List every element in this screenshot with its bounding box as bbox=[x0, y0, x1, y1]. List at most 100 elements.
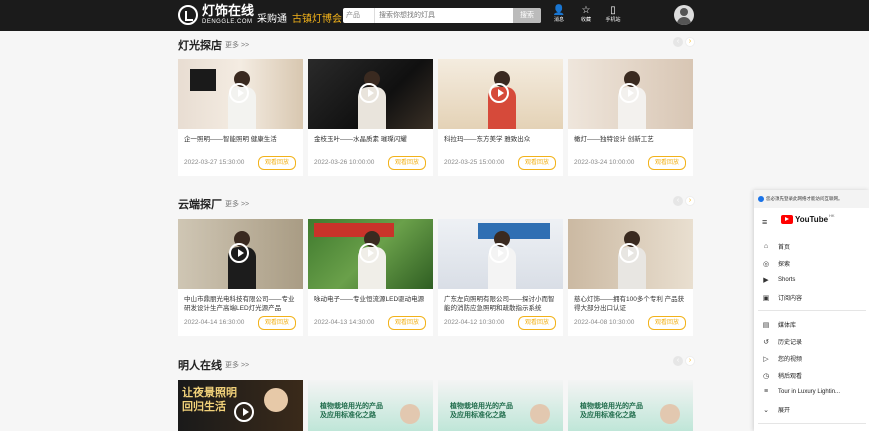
video-card[interactable]: 广东左向照明有限公司——探讨小而智能的消防应急照明和疏散指示系统 2022-04… bbox=[438, 219, 563, 336]
carousel-prev-button[interactable]: ‹ bbox=[673, 37, 683, 47]
play-icon bbox=[229, 83, 249, 103]
yt-shorts[interactable]: ▶ Shorts bbox=[762, 276, 795, 284]
video-title: 咏动电子——专业恒流源LED驱动电源 bbox=[314, 296, 425, 303]
nav-procurement[interactable]: 采购通 bbox=[257, 10, 287, 25]
video-card[interactable]: 中山市鼎丽光电科技有限公司——专业研发设计生产高端LED灯光源产品 2022-0… bbox=[178, 219, 303, 336]
search-button[interactable]: 搜索 bbox=[513, 8, 541, 23]
chevron-down-icon: ⌄ bbox=[763, 406, 769, 414]
play-icon bbox=[489, 243, 509, 263]
library-icon: ▤ bbox=[762, 321, 770, 329]
section-title-cloud-factory: 云端探厂 bbox=[178, 199, 222, 211]
yt-subscriptions[interactable]: ▣ 订阅内容 bbox=[762, 293, 802, 303]
watch-replay-button[interactable]: 观看回放 bbox=[258, 316, 296, 330]
carousel-next-button[interactable]: › bbox=[685, 37, 695, 47]
section-more-link[interactable]: 更多 >> bbox=[225, 360, 249, 370]
video-card[interactable]: 慈心灯饰——拥有100多个专利 产品获得大部分出口认证 2022-04-08 1… bbox=[568, 219, 693, 336]
yt-history[interactable]: ↺ 历史记录 bbox=[762, 337, 802, 347]
yt-playlist[interactable]: ≡ Tour in Luxury Lightin... bbox=[762, 388, 840, 395]
watch-replay-button[interactable]: 观看回放 bbox=[388, 316, 426, 330]
shorts-icon: ▶ bbox=[763, 277, 769, 284]
watch-replay-button[interactable]: 观看回放 bbox=[518, 316, 556, 330]
youtube-sidebar: 您必须先登录此网络才能访问互联网。 ≡ YouTube HK ⌂ 首页 ◎ 探索 ▶… bbox=[754, 190, 869, 431]
favorites-button[interactable]: ☆ 收藏 bbox=[574, 5, 598, 24]
youtube-logo[interactable]: YouTube HK bbox=[781, 213, 835, 224]
video-thumbnail[interactable]: 植物栽培用光的产品 及应用标准化之路 bbox=[568, 380, 693, 431]
avatar[interactable] bbox=[674, 5, 694, 25]
carousel-prev-button[interactable]: ‹ bbox=[673, 356, 683, 366]
video-thumbnail bbox=[568, 219, 693, 289]
video-card[interactable]: 橄灯——独特设计 创新工艺 2022-03-24 10:00:00 观看回放 bbox=[568, 59, 693, 176]
yt-library[interactable]: ▤ 媒体库 bbox=[762, 320, 796, 330]
play-icon bbox=[359, 243, 379, 263]
yt-expand[interactable]: ⌄ 展开 bbox=[762, 405, 790, 415]
logo-title: 灯饰在线 bbox=[202, 3, 255, 18]
yt-watch-later[interactable]: ◷ 稍后观看 bbox=[762, 371, 802, 381]
home-icon: ⌂ bbox=[763, 243, 769, 250]
explore-icon: ◎ bbox=[762, 260, 770, 268]
messages-button[interactable]: 👤 消息 bbox=[547, 5, 571, 24]
video-thumbnail bbox=[308, 219, 433, 289]
watch-replay-button[interactable]: 观看回放 bbox=[648, 156, 686, 170]
playlist-icon: ≡ bbox=[763, 388, 769, 395]
section-more-link[interactable]: 更多 >> bbox=[225, 199, 249, 209]
video-title: 橄灯——独特设计 创新工艺 bbox=[574, 136, 654, 143]
video-thumbnail bbox=[178, 59, 303, 129]
video-title: 中山市鼎丽光电科技有限公司——专业研发设计生产高端LED灯光源产品 bbox=[184, 296, 295, 312]
top-navigation-bar: 灯饰在线 DENGGLE.COM 采购通 古镇灯博会 产品 搜索 👤 消息 ☆ … bbox=[0, 0, 869, 31]
watch-later-icon: ◷ bbox=[762, 372, 770, 380]
video-title: 企一照明——智能照明 健康生活 bbox=[184, 136, 277, 143]
star-icon: ☆ bbox=[581, 5, 591, 16]
video-thumbnail[interactable]: 植物栽培用光的产品 及应用标准化之路 bbox=[308, 380, 433, 431]
carousel-prev-button[interactable]: ‹ bbox=[673, 196, 683, 206]
video-thumbnail[interactable]: 植物栽培用光的产品 及应用标准化之路 bbox=[438, 380, 563, 431]
yt-explore[interactable]: ◎ 探索 bbox=[762, 259, 790, 269]
video-thumbnail bbox=[308, 59, 433, 129]
carousel-next-button[interactable]: › bbox=[685, 356, 695, 366]
video-card[interactable]: 科拉玛——东方美学 雅致出众 2022-03-25 15:00:00 观看回放 bbox=[438, 59, 563, 176]
site-logo[interactable]: 灯饰在线 DENGGLE.COM bbox=[178, 4, 254, 26]
video-date: 2022-04-08 10:30:00 bbox=[574, 319, 635, 326]
video-thumbnail bbox=[178, 219, 303, 289]
video-date: 2022-04-13 14:30:00 bbox=[314, 319, 375, 326]
nav-lighting-fair[interactable]: 古镇灯博会 bbox=[292, 10, 342, 25]
phone-icon: ▯ bbox=[610, 5, 616, 16]
logo-icon bbox=[178, 5, 198, 25]
hamburger-menu-icon[interactable]: ≡ bbox=[762, 217, 767, 227]
divider bbox=[758, 310, 866, 311]
video-thumbnail[interactable]: 让夜景照明 回归生活 bbox=[178, 380, 303, 431]
user-icon: 👤 bbox=[552, 5, 566, 16]
video-thumbnail bbox=[568, 59, 693, 129]
video-thumbnail bbox=[438, 219, 563, 289]
video-card[interactable]: 企一照明——智能照明 健康生活 2022-03-27 15:30:00 观看回放 bbox=[178, 59, 303, 176]
watch-replay-button[interactable]: 观看回放 bbox=[518, 156, 556, 170]
search-category-select[interactable]: 产品 bbox=[343, 8, 375, 23]
mobile-site-button[interactable]: ▯ 手机站 bbox=[601, 5, 625, 24]
video-title: 科拉玛——东方美学 雅致出众 bbox=[444, 136, 531, 143]
play-icon bbox=[229, 243, 249, 263]
your-videos-icon: ▷ bbox=[763, 355, 769, 363]
watch-replay-button[interactable]: 观看回放 bbox=[648, 316, 686, 330]
yt-home[interactable]: ⌂ 首页 bbox=[762, 242, 790, 251]
play-icon bbox=[359, 83, 379, 103]
video-date: 2022-03-25 15:00:00 bbox=[444, 159, 505, 166]
play-icon bbox=[489, 83, 509, 103]
search-input[interactable] bbox=[375, 8, 513, 23]
play-icon bbox=[619, 83, 639, 103]
watch-replay-button[interactable]: 观看回放 bbox=[388, 156, 426, 170]
video-card[interactable]: 金枝玉叶——水晶质素 璀璨闪耀 2022-03-26 10:00:00 观看回放 bbox=[308, 59, 433, 176]
video-date: 2022-04-12 10:30:00 bbox=[444, 319, 505, 326]
video-title: 金枝玉叶——水晶质素 璀璨闪耀 bbox=[314, 136, 407, 143]
video-title: 慈心灯饰——拥有100多个专利 产品获得大部分出口认证 bbox=[574, 296, 685, 312]
youtube-play-icon bbox=[781, 215, 793, 224]
section-title-celebrity-online: 明人在线 bbox=[178, 360, 222, 372]
yt-your-videos[interactable]: ▷ 您的视频 bbox=[762, 354, 802, 364]
video-date: 2022-03-26 10:00:00 bbox=[314, 159, 375, 166]
video-thumbnail bbox=[438, 59, 563, 129]
section-title-store-visits: 灯光探店 bbox=[178, 40, 222, 52]
watch-replay-button[interactable]: 观看回放 bbox=[258, 156, 296, 170]
section-more-link[interactable]: 更多 >> bbox=[225, 40, 249, 50]
video-card[interactable]: 咏动电子——专业恒流源LED驱动电源 2022-04-13 14:30:00 观… bbox=[308, 219, 433, 336]
play-icon bbox=[234, 402, 254, 422]
login-notice[interactable]: 您必须先登录此网络才能访问互联网。 bbox=[754, 190, 869, 208]
carousel-next-button[interactable]: › bbox=[685, 196, 695, 206]
